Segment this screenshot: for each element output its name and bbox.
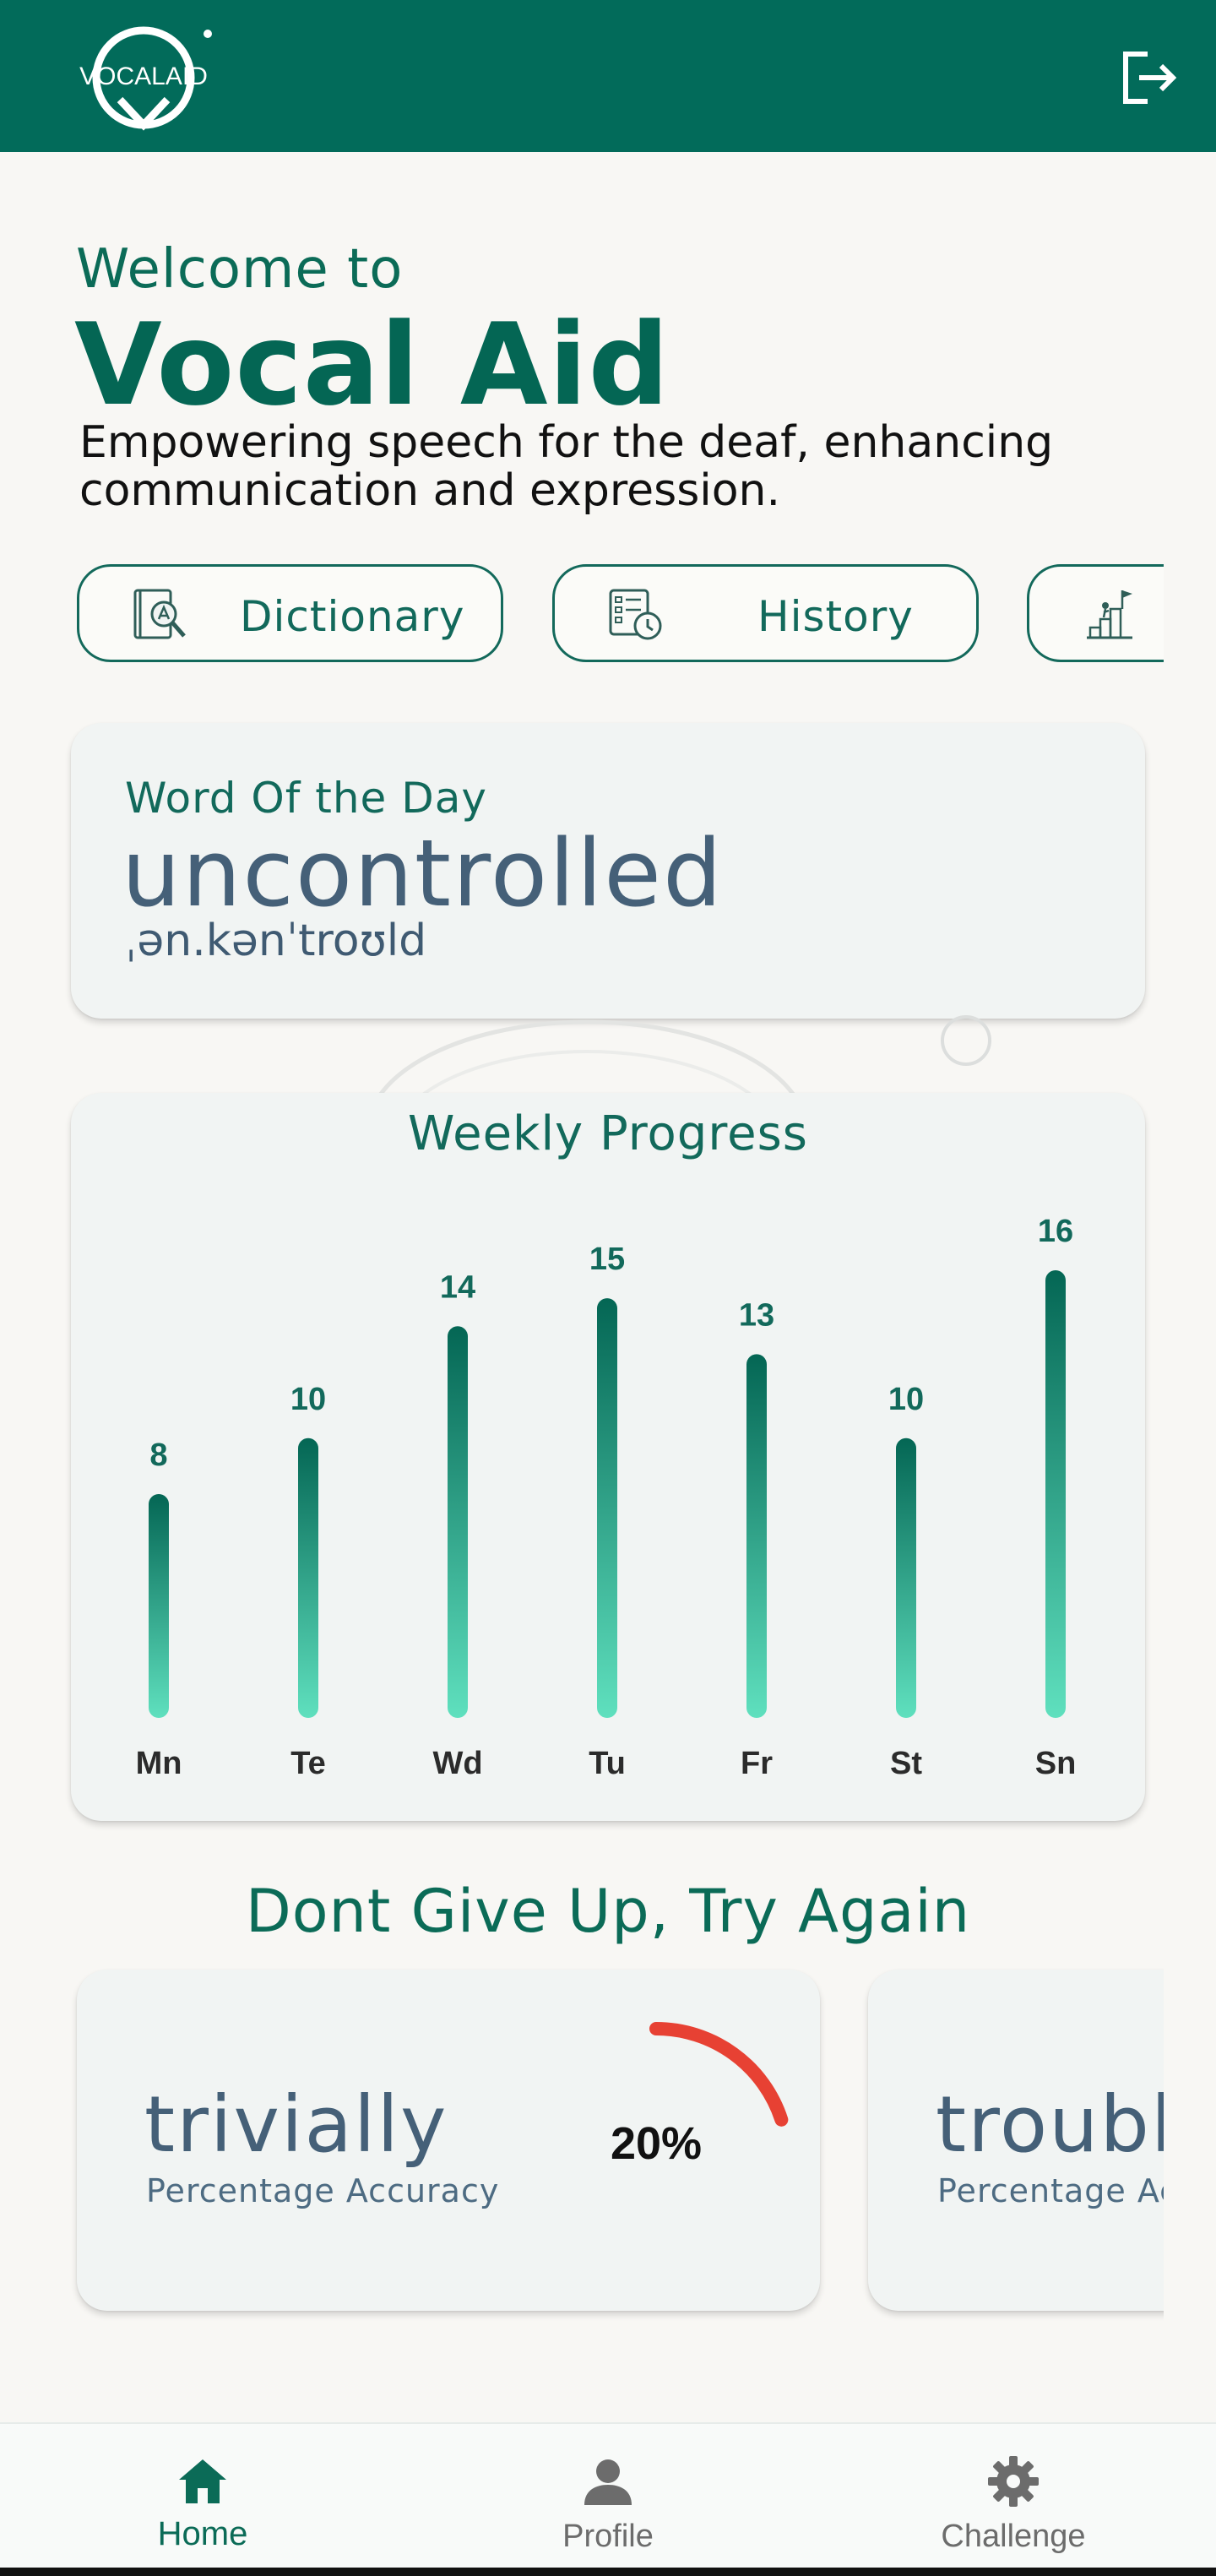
day-label: Sn: [1035, 1746, 1077, 1781]
progress-bar-mn: [149, 1494, 169, 1718]
progress-bar-tu: [597, 1298, 617, 1718]
retry-subtitle: Percentage Acc: [937, 2172, 1164, 2209]
system-bar-line: [0, 2568, 1216, 2576]
welcome-text: Welcome to: [76, 238, 404, 301]
bar-value-label: 10: [888, 1382, 924, 1417]
progress-bar-wd: [448, 1326, 468, 1718]
progress-bar-st: [896, 1437, 916, 1718]
day-label: Fr: [741, 1746, 773, 1781]
decorative-rings: [371, 1015, 991, 1106]
nav-challenge[interactable]: Challenge: [887, 2424, 1140, 2569]
retry-subtitle: Percentage Accuracy: [146, 2172, 500, 2209]
word-of-the-day-card[interactable]: Word Of the Day uncontrolled ˌən.kənˈtro…: [71, 723, 1145, 1019]
day-label: Wd: [432, 1746, 482, 1781]
bar-value-label: 8: [149, 1437, 167, 1473]
history-button[interactable]: History: [552, 564, 979, 662]
dictionary-label: Dictionary: [240, 592, 465, 641]
gear-icon: [988, 2456, 1039, 2507]
vocalaid-logo: VOCALAID: [79, 26, 212, 131]
progress-bar-sn: [1045, 1270, 1066, 1718]
logo-text: VOCALAID: [79, 62, 208, 90]
bottom-navigation: Home Profile Challenge: [0, 2422, 1216, 2568]
progress-bar-fr: [746, 1354, 767, 1718]
retry-card[interactable]: trivially Percentage Accuracy 20%: [77, 1970, 820, 2311]
weekly-progress-chart: 8 Mn 10 Te 14 Wd 15 Tu 13 Fr 10 St 16 Sn: [136, 1214, 1077, 1781]
app-title: Vocal Aid: [74, 299, 670, 431]
word-of-the-day-label: Word Of the Day: [125, 774, 487, 823]
bar-value-label: 15: [589, 1242, 625, 1277]
retry-section-title: Dont Give Up, Try Again: [245, 1877, 971, 1946]
app-header: VOCALAID: [0, 0, 1216, 152]
bar-value-label: 14: [440, 1269, 475, 1305]
day-label: Tu: [589, 1746, 626, 1781]
history-icon: [609, 589, 662, 640]
word-of-the-day-word: uncontrolled: [122, 819, 724, 927]
nav-home-label: Home: [157, 2515, 248, 2552]
tagline: Empowering speech for the deaf, enhancin…: [79, 417, 1054, 516]
dictionary-icon: [133, 589, 186, 639]
retry-word: trouble: [936, 2079, 1164, 2170]
dictionary-button[interactable]: Dictionary: [77, 564, 503, 662]
day-label: Te: [290, 1746, 326, 1781]
nav-profile[interactable]: Profile: [481, 2424, 735, 2569]
nav-challenge-label: Challenge: [941, 2519, 1086, 2554]
profile-icon: [584, 2459, 632, 2505]
logout-icon[interactable]: [1119, 49, 1180, 106]
accuracy-percent: 20%: [610, 2118, 703, 2169]
history-label: History: [757, 592, 914, 641]
bar-value-label: 13: [739, 1297, 774, 1333]
challenge-quick-button[interactable]: [1027, 564, 1164, 662]
weekly-progress-card: Weekly Progress 8 Mn 10 Te 14 Wd 15 Tu 13 Fr 10 St 1…: [71, 1093, 1145, 1821]
day-label: Mn: [136, 1746, 182, 1781]
challenge-flag-icon: [1087, 590, 1132, 639]
quick-actions-row: Dictionary History: [0, 564, 1164, 664]
bar-value-label: 10: [290, 1382, 326, 1417]
word-of-the-day-phonetic: ˌən.kənˈtroʊld: [125, 916, 427, 966]
day-label: St: [890, 1746, 922, 1781]
bar-value-label: 16: [1038, 1214, 1073, 1249]
retry-card[interactable]: trouble Percentage Acc: [868, 1970, 1164, 2311]
progress-bar-te: [298, 1437, 318, 1718]
nav-home[interactable]: Home: [76, 2424, 329, 2569]
retry-cards-row: trivially Percentage Accuracy 20% troubl…: [0, 1959, 1164, 2323]
nav-profile-label: Profile: [562, 2519, 654, 2554]
home-icon: [179, 2459, 226, 2503]
retry-word: trivially: [144, 2079, 448, 2170]
